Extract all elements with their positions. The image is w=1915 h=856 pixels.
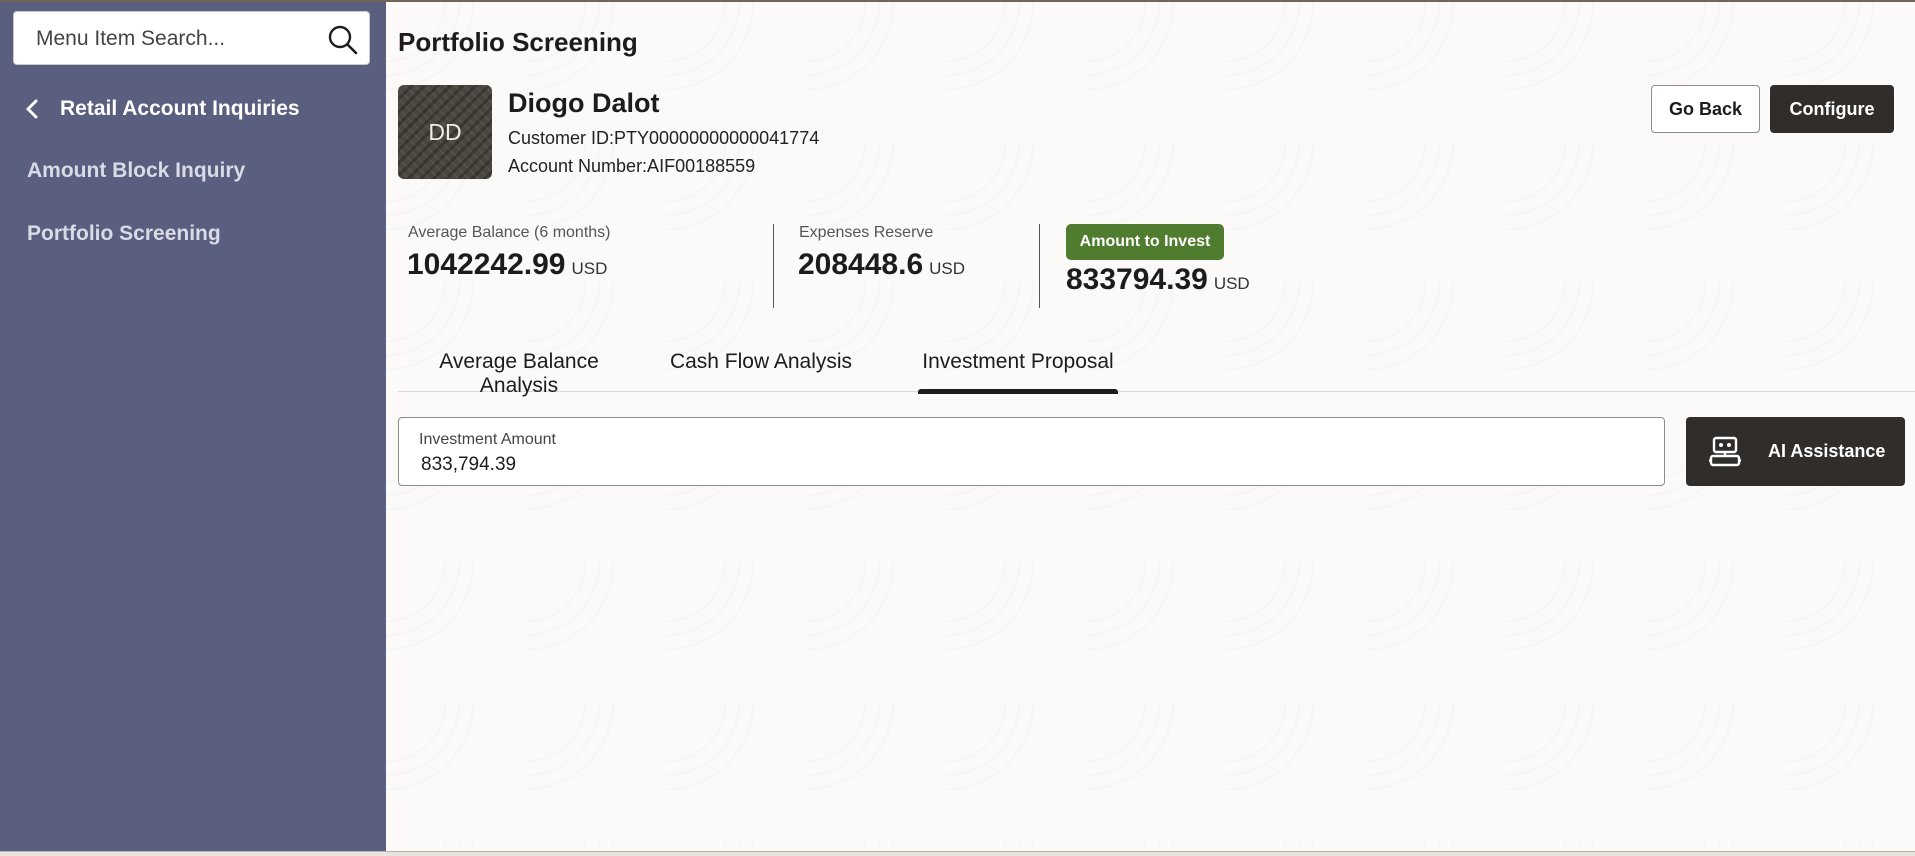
average-balance-label: Average Balance (6 months) [408, 224, 611, 241]
expenses-reserve-currency: USD [929, 259, 966, 278]
ai-assistance-button[interactable]: AI Assistance [1686, 417, 1905, 486]
robot-icon [1709, 436, 1741, 466]
menu-search-input[interactable] [34, 22, 324, 56]
expenses-reserve-value: 208448.6 USD [798, 248, 965, 282]
expenses-reserve-amount: 208448.6 [798, 248, 924, 281]
search-icon[interactable] [327, 24, 359, 56]
avatar: DD [398, 85, 492, 179]
investment-amount-label: Investment Amount [419, 431, 556, 448]
investment-amount-field[interactable]: Investment Amount [398, 417, 1665, 486]
average-balance-amount: 1042242.99 [407, 248, 566, 281]
page-title: Portfolio Screening [398, 27, 638, 57]
customer-id: Customer ID:PTY00000000000041774 [508, 128, 820, 148]
metric-divider [1039, 224, 1040, 308]
amount-to-invest-amount: 833794.39 [1066, 263, 1208, 296]
ai-assistance-label: AI Assistance [1768, 441, 1886, 461]
configure-button[interactable]: Configure [1770, 85, 1894, 133]
bottom-border [0, 851, 1915, 856]
metric-divider [773, 224, 774, 308]
tab-average-balance-analysis[interactable]: Average Balance Analysis [398, 342, 640, 397]
tab-cash-flow-analysis[interactable]: Cash Flow Analysis [664, 342, 858, 392]
chevron-left-icon [26, 99, 38, 119]
tab-investment-proposal[interactable]: Investment Proposal [918, 342, 1118, 394]
sidebar-item-portfolio-screening[interactable]: Portfolio Screening [27, 222, 221, 252]
expenses-reserve-label: Expenses Reserve [799, 224, 934, 241]
menu-search-box[interactable] [13, 11, 370, 65]
amount-to-invest-value: 833794.39 USD [1066, 263, 1250, 297]
customer-name: Diogo Dalot [508, 88, 660, 118]
investment-amount-input[interactable] [419, 452, 1619, 478]
main-content: Portfolio Screening DD Diogo Dalot Custo… [386, 2, 1915, 851]
amount-to-invest-badge: Amount to Invest [1066, 224, 1224, 260]
average-balance-currency: USD [571, 259, 608, 278]
sidebar-back-link[interactable]: Retail Account Inquiries [22, 92, 300, 126]
sidebar-back-label: Retail Account Inquiries [60, 97, 300, 120]
average-balance-value: 1042242.99 USD [407, 248, 607, 282]
go-back-button[interactable]: Go Back [1651, 85, 1760, 133]
sidebar-item-amount-block-inquiry[interactable]: Amount Block Inquiry [27, 159, 245, 189]
tab-bar: Average Balance Analysis Cash Flow Analy… [398, 342, 1915, 397]
sidebar: Retail Account Inquiries Amount Block In… [0, 2, 386, 851]
amount-to-invest-currency: USD [1213, 274, 1250, 293]
account-number: Account Number:AIF00188559 [508, 156, 756, 176]
